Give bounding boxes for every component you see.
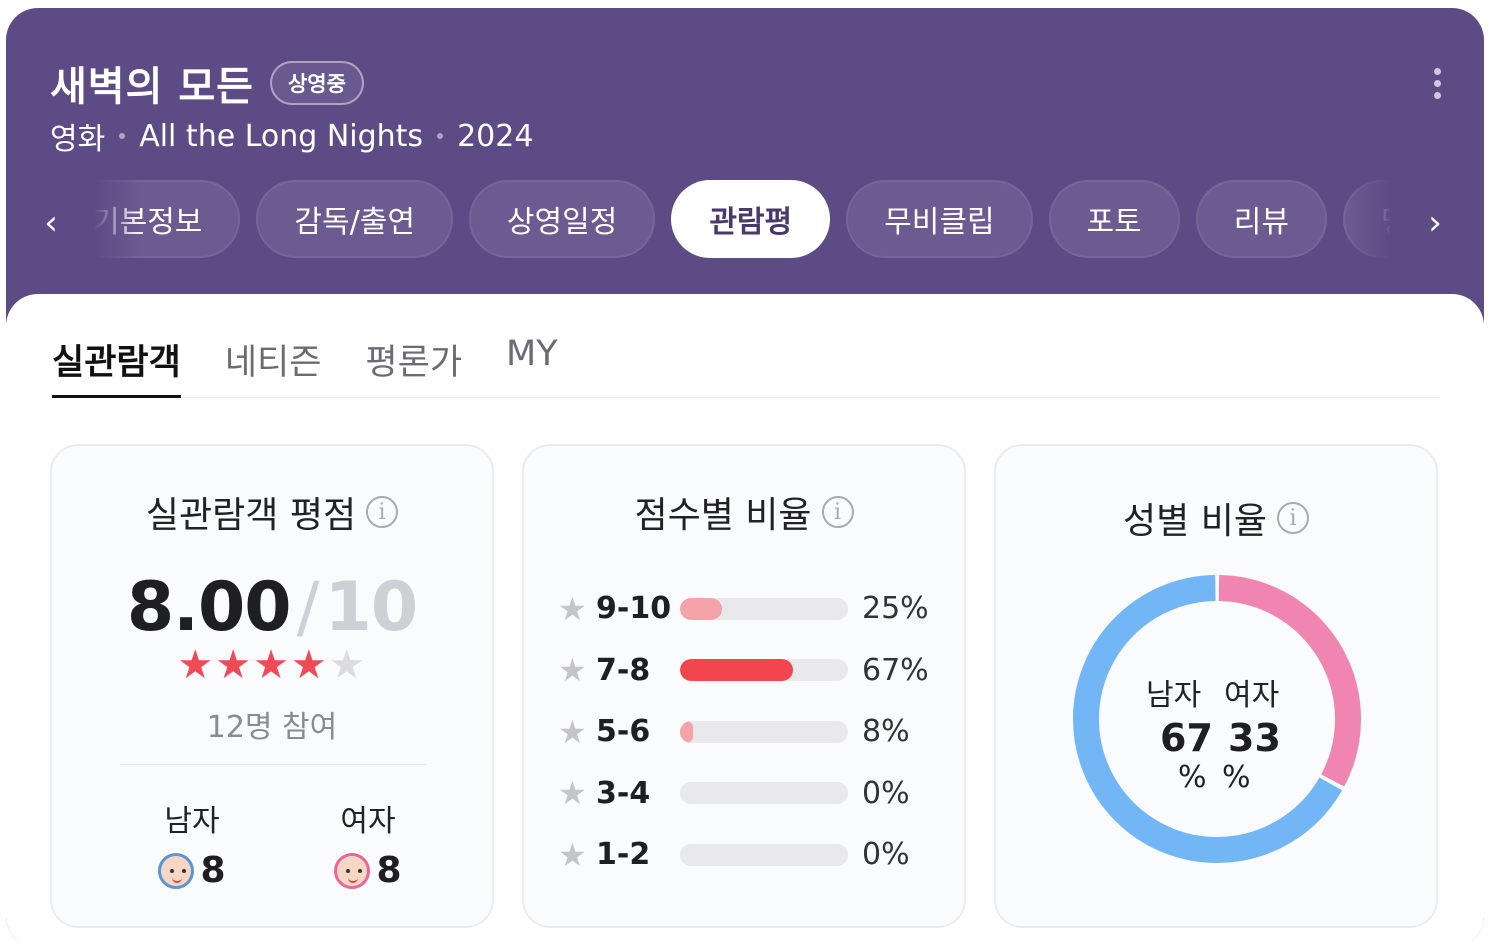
ratio-bar-fill: [680, 720, 694, 743]
score-range: 7-8: [596, 652, 651, 688]
gender-box-title: 성별 비율 i: [996, 492, 1436, 544]
donut-female-label: 여자: [1224, 678, 1280, 713]
reviews-panel: 실관람객 네티즌 평론가 MY 실관람객 평점 i 8.00/10 ★★★★★ 12명…: [6, 294, 1484, 941]
info-icon[interactable]: i: [1276, 502, 1309, 534]
nav-tab[interactable]: 관람평: [671, 180, 831, 258]
tabs-fade-left: [94, 180, 140, 258]
movie-title: 새벽의 모든: [50, 64, 254, 110]
review-source-tab[interactable]: 실관람객: [52, 324, 181, 398]
male-label: 남자: [164, 804, 220, 839]
rating-box: 실관람객 평점 i 8.00/10 ★★★★★ 12명 참여 남자 8 여자 8: [50, 444, 494, 928]
male-score: 남자 8: [132, 796, 252, 891]
movie-subtitle: 영화 All the Long Nights 2024: [50, 114, 533, 158]
star-icon: ★: [558, 589, 587, 628]
distribution-row: ★ 3-4 0%: [558, 763, 938, 825]
gender-donut-chart: 남자 여자 67 33 % %: [1072, 574, 1362, 868]
donut-male-label: 남자: [1146, 678, 1202, 713]
nav-tab[interactable]: 감독/출연: [256, 180, 453, 258]
ratio-percent: 67%: [862, 652, 929, 688]
distribution-row: ★ 9-10 25%: [558, 578, 938, 640]
participant-count: 12명 참여: [206, 710, 338, 745]
chevron-left-icon[interactable]: ‹: [36, 206, 66, 240]
donut-male-value: 67: [1160, 716, 1213, 760]
donut-labels: 남자 여자 67 33 % %: [1072, 574, 1362, 864]
ratio-percent: 0%: [862, 775, 910, 811]
more-options-icon[interactable]: [1434, 68, 1442, 99]
nav-tabs: ‹ 기본정보감독/출연상영일정관람평무비클립포토리뷰명대사 ›: [6, 178, 1484, 258]
info-icon[interactable]: i: [366, 496, 399, 528]
average-score: 8.00/10: [52, 568, 492, 647]
rating-box-title: 실관람객 평점 i: [52, 486, 492, 538]
male-score-value: 8: [200, 850, 226, 891]
ratio-percent: 8%: [862, 714, 910, 750]
nav-tab[interactable]: 상영일정: [468, 180, 656, 258]
tabs-fade-right: [1346, 180, 1392, 258]
ratio-bar: [680, 720, 848, 743]
category-label: 영화: [50, 122, 106, 157]
star-icon: ★: [558, 835, 587, 874]
ratio-bar: [680, 597, 848, 620]
score-slash: /: [296, 568, 320, 647]
star-empty-icon: ★: [328, 642, 367, 688]
distribution-title-text: 점수별 비율: [634, 495, 812, 536]
star-filled-icon: ★: [253, 642, 291, 688]
score-distribution-box: 점수별 비율 i ★ 9-10 25% ★ 7-8 67% ★ 5-6 8% ★ 3-4 0% ★ 1-2…: [522, 444, 966, 928]
female-score: 여자 8: [308, 796, 428, 891]
rating-title-text: 실관람객 평점: [145, 495, 357, 536]
score-max: 10: [324, 568, 419, 647]
score-value: 8.00: [126, 568, 292, 647]
title-row: 새벽의 모든 상영중: [50, 54, 364, 112]
review-source-tab[interactable]: MY: [506, 324, 558, 398]
donut-female-unit: %: [1222, 760, 1251, 795]
divider: [120, 764, 426, 765]
ratio-bar: [680, 843, 848, 866]
nav-tab[interactable]: 무비클립: [846, 180, 1033, 258]
star-icon: ★: [558, 774, 587, 813]
nav-tab[interactable]: 포토: [1048, 180, 1180, 258]
distribution-row: ★ 1-2 0%: [558, 824, 938, 886]
female-label: 여자: [340, 804, 396, 839]
score-range: 5-6: [596, 714, 651, 750]
status-badge: 상영중: [269, 61, 364, 105]
male-avatar-icon: [158, 852, 195, 889]
ratio-percent: 0%: [862, 837, 910, 873]
star-filled-icon: ★: [290, 642, 329, 688]
chevron-right-icon[interactable]: ›: [1420, 206, 1450, 240]
donut-male-unit: %: [1178, 760, 1207, 795]
star-icon: ★: [558, 712, 587, 751]
ratio-bar-fill: [680, 597, 722, 620]
separator-dot: [119, 133, 126, 139]
nav-tab[interactable]: 리뷰: [1195, 180, 1327, 258]
distribution-box-title: 점수별 비율 i: [524, 486, 964, 538]
nav-tabs-scroller: 기본정보감독/출연상영일정관람평무비클립포토리뷰명대사: [94, 180, 1390, 258]
star-icon: ★: [558, 651, 587, 690]
review-source-tab[interactable]: 네티즌: [225, 324, 322, 398]
release-year: 2024: [457, 118, 534, 154]
ratio-bar: [680, 782, 848, 805]
score-range: 9-10: [596, 591, 672, 627]
movie-info-card: 새벽의 모든 상영중 영화 All the Long Nights 2024 ‹…: [6, 8, 1484, 941]
ratio-percent: 25%: [862, 591, 929, 627]
review-source-tab[interactable]: 평론가: [365, 324, 462, 398]
female-score-value: 8: [376, 850, 402, 891]
star-filled-icon: ★: [177, 642, 216, 688]
score-range: 1-2: [596, 837, 651, 873]
score-range: 3-4: [596, 775, 651, 811]
gender-title-text: 성별 비율: [1123, 501, 1267, 542]
english-title: All the Long Nights: [139, 118, 424, 154]
gender-ratio-box: 성별 비율 i 남자 여자 67 33 % %: [994, 444, 1438, 928]
distribution-row: ★ 5-6 8%: [558, 701, 938, 763]
star-rating: ★★★★★: [52, 642, 492, 688]
distribution-row: ★ 7-8 67%: [558, 640, 938, 702]
distribution-list: ★ 9-10 25% ★ 7-8 67% ★ 5-6 8% ★ 3-4 0% ★ 1-2 0%: [558, 578, 938, 886]
female-avatar-icon: [334, 852, 371, 889]
ratio-bar-fill: [680, 659, 793, 682]
star-filled-icon: ★: [215, 642, 254, 688]
separator-dot: [437, 133, 444, 139]
ratio-bar: [680, 659, 848, 682]
info-icon[interactable]: i: [821, 496, 854, 528]
donut-female-value: 33: [1228, 716, 1281, 760]
review-source-tabs: 실관람객 네티즌 평론가 MY: [52, 324, 1440, 398]
